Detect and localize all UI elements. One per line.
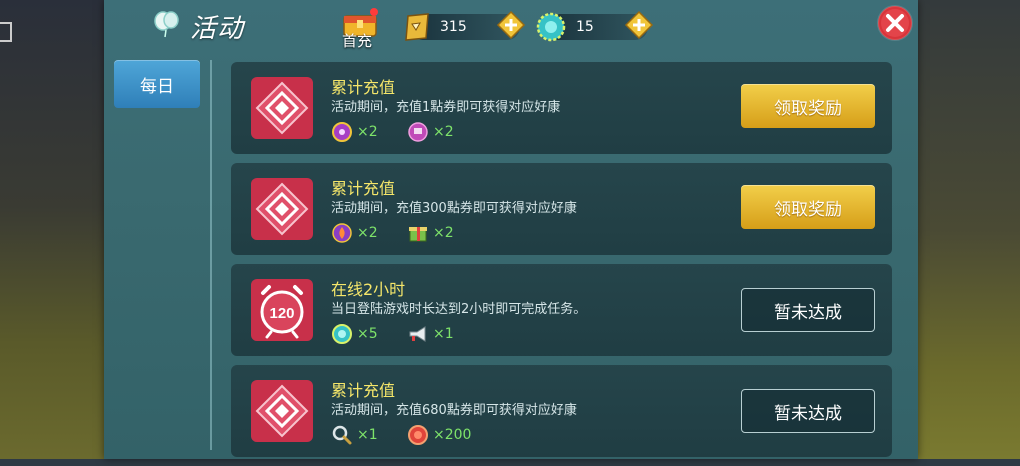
clock-120-label: 120: [269, 305, 294, 322]
reward-item: ×2: [407, 120, 454, 144]
diamond-badge-icon: [251, 77, 313, 139]
page-title: 活动: [190, 14, 245, 44]
reward-count: ×2: [433, 124, 454, 140]
task-description: 活动期间，充值1點券即可获得对应好康: [331, 100, 561, 115]
task-item: 120 在线2小时 当日登陆游戏时长达到2小时即可完成任务。 ×5 ×1 暂未达…: [231, 264, 892, 356]
background-scene-right: [916, 0, 1020, 459]
task-title: 累计充值: [331, 78, 396, 97]
reward-item: ×1: [331, 423, 378, 447]
not-achieved-button[interactable]: 暂未达成: [741, 389, 875, 433]
clock-120-icon: 120: [251, 279, 313, 341]
task-description: 活动期间，充值300點券即可获得对应好康: [331, 201, 577, 216]
edge-marker: [0, 22, 12, 42]
panel-header: 活动 首充 315 15: [104, 0, 918, 50]
purple-orb-icon: [332, 122, 352, 142]
gem-amount: 15: [576, 19, 594, 35]
first-pay-label: 首充: [342, 32, 373, 50]
claim-reward-button[interactable]: 领取奖励: [741, 84, 875, 128]
reward-item: ×5: [331, 322, 378, 346]
reward-count: ×2: [357, 124, 378, 140]
task-title: 累计充值: [331, 179, 396, 198]
teal-coin-icon: [332, 324, 352, 344]
diamond-badge-icon: [251, 178, 313, 240]
flame-orb-icon: [332, 223, 352, 243]
diamond-badge-icon: [251, 380, 313, 442]
task-description: 活动期间，充值680點券即可获得对应好康: [331, 403, 577, 418]
claim-reward-button[interactable]: 领取奖励: [741, 185, 875, 229]
gold-coupon-icon: [405, 13, 429, 41]
task-item: 累计充值 活动期间，充值680點券即可获得对应好康 ×1 ×200 暂未达成: [231, 365, 892, 457]
tab-daily[interactable]: 每日: [114, 60, 200, 108]
background-scene-left: [0, 0, 104, 459]
task-item: 累计充值 活动期间，充值1點券即可获得对应好康 ×2 ×2 领取奖励: [231, 62, 892, 154]
reward-count: ×2: [357, 225, 378, 241]
tab-divider: [210, 60, 212, 450]
reward-count: ×1: [433, 326, 454, 342]
teal-gem-icon: [536, 12, 566, 42]
task-item: 累计充值 活动期间，充值300點券即可获得对应好康 ×2 ×2 领取奖励: [231, 163, 892, 255]
task-title: 在线2小时: [331, 280, 406, 299]
close-button[interactable]: [876, 4, 914, 42]
reward-item: ×200: [407, 423, 471, 447]
add-gem-button[interactable]: [624, 10, 654, 40]
magnifier-icon: [332, 425, 352, 445]
balloon-icon: [154, 11, 179, 38]
red-coin-icon: [408, 425, 428, 445]
reward-count: ×2: [433, 225, 454, 241]
purple-gem-icon: [408, 122, 428, 142]
reward-item: ×2: [331, 120, 378, 144]
reward-count: ×200: [433, 427, 472, 443]
gem-currency-bar: 15: [536, 10, 654, 42]
add-gold-button[interactable]: [496, 10, 526, 40]
reward-item: ×2: [331, 221, 378, 245]
not-achieved-button[interactable]: 暂未达成: [741, 288, 875, 332]
gold-currency-bar: 315: [405, 10, 526, 41]
task-description: 当日登陆游戏时长达到2小时即可完成任务。: [331, 302, 587, 317]
task-list: 累计充值 活动期间，充值1點券即可获得对应好康 ×2 ×2 领取奖励 累计充值 …: [231, 62, 892, 466]
reward-item: ×2: [407, 221, 454, 245]
reward-count: ×5: [357, 326, 378, 342]
reward-item: ×1: [407, 322, 454, 346]
gift-box-icon: [409, 227, 427, 242]
task-title: 累计充值: [331, 381, 396, 400]
gold-amount: 315: [440, 19, 467, 35]
megaphone-icon: [409, 326, 426, 342]
reward-count: ×1: [357, 427, 378, 443]
activity-panel: 活动 首充 315 15 每日 累计充值 活动期间，充值1點券即可获得对应好康 …: [104, 0, 918, 459]
